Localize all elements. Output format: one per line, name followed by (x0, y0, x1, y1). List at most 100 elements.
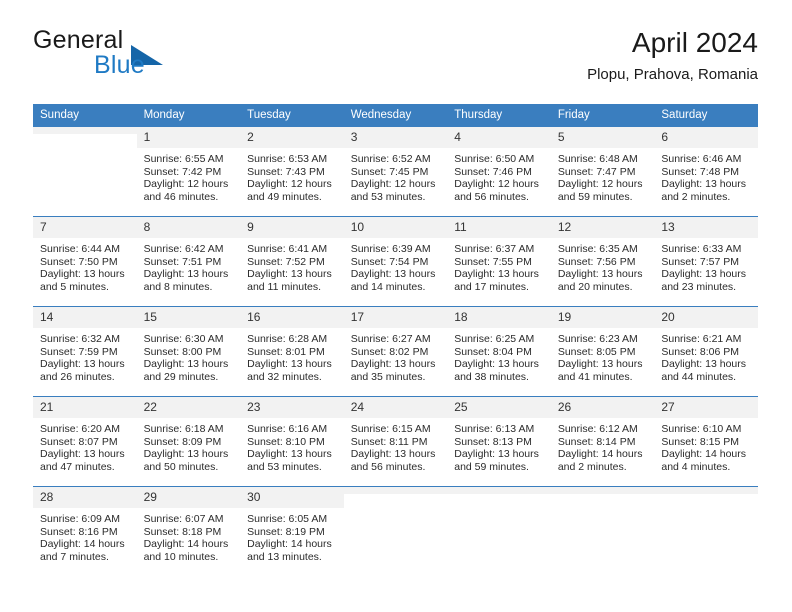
day-box: 23 Sunrise: 6:16 AM Sunset: 8:10 PM Dayligh… (240, 397, 344, 486)
day-number: 12 (550, 217, 655, 238)
calendar-day-cell[interactable]: 6 Sunrise: 6:46 AM Sunset: 7:48 PM Daylight… (654, 127, 758, 217)
day-details: Sunrise: 6:53 AM Sunset: 7:43 PM Daylight:… (240, 148, 344, 203)
day-box: 1 Sunrise: 6:55 AM Sunset: 7:42 PM Daylight… (136, 127, 241, 216)
day-box: 5 Sunrise: 6:48 AM Sunset: 7:47 PM Daylight… (550, 127, 655, 216)
calendar-day-cell[interactable]: 22 Sunrise: 6:18 AM Sunset: 8:09 PM Dayligh… (136, 396, 241, 487)
daylight-text-line1: Daylight: 12 hours (143, 178, 229, 191)
daylight-text-line1: Daylight: 13 hours (143, 358, 229, 371)
sunrise-text: Sunrise: 6:25 AM (454, 333, 535, 345)
calendar-day-cell[interactable]: 1 Sunrise: 6:55 AM Sunset: 7:42 PM Daylight… (136, 127, 241, 217)
calendar-day-cell[interactable]: 4 Sunrise: 6:50 AM Sunset: 7:46 PM Daylight… (447, 127, 551, 217)
daylight-text-line1: Daylight: 12 hours (247, 178, 332, 191)
day-details: Sunrise: 6:18 AM Sunset: 8:09 PM Daylight:… (137, 418, 241, 473)
daylight-text-line2: and 56 minutes. (350, 460, 426, 473)
sunrise-text: Sunrise: 6:33 AM (661, 243, 742, 255)
calendar-day-cell[interactable]: 20 Sunrise: 6:21 AM Sunset: 8:06 PM Dayligh… (654, 306, 758, 397)
calendar-day-cell[interactable]: 30 Sunrise: 6:05 AM Sunset: 8:19 PM Dayligh… (240, 486, 344, 576)
day-details: Sunrise: 6:35 AM Sunset: 7:56 PM Daylight:… (551, 238, 655, 293)
day-box: 12 Sunrise: 6:35 AM Sunset: 7:56 PM Dayligh… (550, 217, 655, 306)
daylight-text-line1: Daylight: 13 hours (454, 448, 539, 461)
daylight-text-line2: and 14 minutes. (350, 280, 426, 293)
sunrise-text: Sunrise: 6:27 AM (350, 333, 431, 345)
sunset-text: Sunset: 7:59 PM (40, 345, 118, 358)
calendar-day-cell[interactable]: 15 Sunrise: 6:30 AM Sunset: 8:00 PM Dayligh… (136, 306, 241, 397)
day-number: 10 (343, 217, 448, 238)
sunset-text: Sunset: 8:06 PM (661, 345, 740, 358)
calendar-day-cell[interactable]: 5 Sunrise: 6:48 AM Sunset: 7:47 PM Daylight… (550, 127, 655, 217)
daylight-text-line1: Daylight: 13 hours (350, 448, 436, 461)
day-details: Sunrise: 6:28 AM Sunset: 8:01 PM Daylight:… (240, 328, 344, 383)
day-box: 8 Sunrise: 6:42 AM Sunset: 7:51 PM Daylight… (136, 217, 241, 306)
sunrise-text: Sunrise: 6:46 AM (661, 153, 742, 165)
calendar-cell-empty (343, 486, 448, 576)
day-details: Sunrise: 6:30 AM Sunset: 8:00 PM Daylight:… (137, 328, 241, 383)
daylight-text-line1: Daylight: 13 hours (661, 358, 747, 371)
calendar-cell-empty (654, 486, 758, 576)
sunset-text: Sunset: 8:02 PM (350, 345, 429, 358)
sunset-text: Sunset: 8:14 PM (557, 435, 636, 448)
brand-name-blue: Blue (94, 51, 145, 79)
calendar-day-cell[interactable]: 26 Sunrise: 6:12 AM Sunset: 8:14 PM Dayligh… (550, 396, 655, 487)
day-details: Sunrise: 6:37 AM Sunset: 7:55 PM Daylight:… (447, 238, 551, 293)
calendar-day-cell[interactable]: 10 Sunrise: 6:39 AM Sunset: 7:54 PM Dayligh… (343, 216, 448, 307)
calendar-day-cell[interactable]: 3 Sunrise: 6:52 AM Sunset: 7:45 PM Daylight… (343, 127, 448, 217)
weekday-header-friday: Friday (550, 104, 655, 127)
day-box: 10 Sunrise: 6:39 AM Sunset: 7:54 PM Dayligh… (343, 217, 448, 306)
sunrise-text: Sunrise: 6:16 AM (247, 423, 328, 435)
sunset-text: Sunset: 7:56 PM (557, 255, 636, 268)
sunrise-text: Sunrise: 6:55 AM (143, 153, 224, 165)
day-box (33, 127, 137, 216)
calendar-day-cell[interactable]: 24 Sunrise: 6:15 AM Sunset: 8:11 PM Dayligh… (343, 396, 448, 487)
daylight-text-line2: and 4 minutes. (661, 460, 731, 473)
calendar-day-cell[interactable]: 8 Sunrise: 6:42 AM Sunset: 7:51 PM Daylight… (136, 216, 241, 307)
day-details: Sunrise: 6:48 AM Sunset: 7:47 PM Daylight:… (551, 148, 655, 203)
calendar-day-cell[interactable]: 28 Sunrise: 6:09 AM Sunset: 8:16 PM Dayligh… (33, 486, 137, 576)
calendar-day-cell[interactable]: 17 Sunrise: 6:27 AM Sunset: 8:02 PM Dayligh… (343, 306, 448, 397)
title-block: April 2024 Plopu, Prahova, Romania (587, 26, 758, 84)
calendar-day-cell[interactable]: 16 Sunrise: 6:28 AM Sunset: 8:01 PM Dayligh… (240, 306, 344, 397)
day-number: 24 (343, 397, 448, 418)
daylight-text-line2: and 26 minutes. (40, 370, 115, 383)
calendar-day-cell[interactable]: 19 Sunrise: 6:23 AM Sunset: 8:05 PM Dayligh… (550, 306, 655, 397)
day-details: Sunrise: 6:20 AM Sunset: 8:07 PM Daylight:… (33, 418, 137, 473)
calendar-day-cell[interactable]: 7 Sunrise: 6:44 AM Sunset: 7:50 PM Daylight… (33, 216, 137, 307)
day-number: 16 (240, 307, 344, 328)
calendar-day-cell[interactable]: 13 Sunrise: 6:33 AM Sunset: 7:57 PM Dayligh… (654, 216, 758, 307)
daylight-text-line1: Daylight: 14 hours (557, 448, 643, 461)
daylight-text-line1: Daylight: 13 hours (40, 268, 125, 281)
daylight-text-line1: Daylight: 13 hours (247, 448, 332, 461)
daylight-text-line2: and 41 minutes. (557, 370, 633, 383)
calendar-day-cell[interactable]: 2 Sunrise: 6:53 AM Sunset: 7:43 PM Daylight… (240, 127, 344, 217)
daylight-text-line1: Daylight: 13 hours (661, 268, 747, 281)
calendar-day-cell[interactable]: 25 Sunrise: 6:13 AM Sunset: 8:13 PM Dayligh… (447, 396, 551, 487)
sunrise-text: Sunrise: 6:20 AM (40, 423, 120, 435)
daylight-text-line2: and 7 minutes. (40, 550, 109, 563)
day-number: 14 (33, 307, 137, 328)
calendar-day-cell[interactable]: 21 Sunrise: 6:20 AM Sunset: 8:07 PM Dayligh… (33, 396, 137, 487)
sunset-text: Sunset: 7:52 PM (247, 255, 325, 268)
daylight-text-line1: Daylight: 13 hours (557, 268, 643, 281)
sunset-text: Sunset: 8:13 PM (454, 435, 532, 448)
calendar-day-cell[interactable]: 14 Sunrise: 6:32 AM Sunset: 7:59 PM Dayligh… (33, 306, 137, 397)
day-number: 18 (447, 307, 551, 328)
calendar-day-cell[interactable]: 11 Sunrise: 6:37 AM Sunset: 7:55 PM Dayligh… (447, 216, 551, 307)
brand-logo[interactable]: General Blue (33, 26, 263, 88)
day-number: 8 (136, 217, 241, 238)
day-details: Sunrise: 6:39 AM Sunset: 7:54 PM Daylight:… (344, 238, 448, 293)
calendar-day-cell[interactable]: 18 Sunrise: 6:25 AM Sunset: 8:04 PM Dayligh… (447, 306, 551, 397)
day-box: 17 Sunrise: 6:27 AM Sunset: 8:02 PM Dayligh… (343, 307, 448, 396)
day-number: 23 (240, 397, 344, 418)
sunrise-text: Sunrise: 6:41 AM (247, 243, 328, 255)
calendar-day-cell[interactable]: 9 Sunrise: 6:41 AM Sunset: 7:52 PM Daylight… (240, 216, 344, 307)
day-number: 25 (447, 397, 551, 418)
day-box: 29 Sunrise: 6:07 AM Sunset: 8:18 PM Dayligh… (136, 487, 241, 576)
sunrise-text: Sunrise: 6:35 AM (557, 243, 638, 255)
sunrise-text: Sunrise: 6:21 AM (661, 333, 742, 345)
daylight-text-line1: Daylight: 13 hours (454, 268, 539, 281)
calendar-day-cell[interactable]: 29 Sunrise: 6:07 AM Sunset: 8:18 PM Dayligh… (136, 486, 241, 576)
calendar-day-cell[interactable]: 23 Sunrise: 6:16 AM Sunset: 8:10 PM Dayligh… (240, 396, 344, 487)
calendar-header-row: Sunday Monday Tuesday Wednesday Thursday… (33, 104, 758, 127)
sunset-text: Sunset: 8:15 PM (661, 435, 740, 448)
calendar-day-cell[interactable]: 27 Sunrise: 6:10 AM Sunset: 8:15 PM Dayligh… (654, 396, 758, 487)
calendar-day-cell[interactable]: 12 Sunrise: 6:35 AM Sunset: 7:56 PM Dayligh… (550, 216, 655, 307)
